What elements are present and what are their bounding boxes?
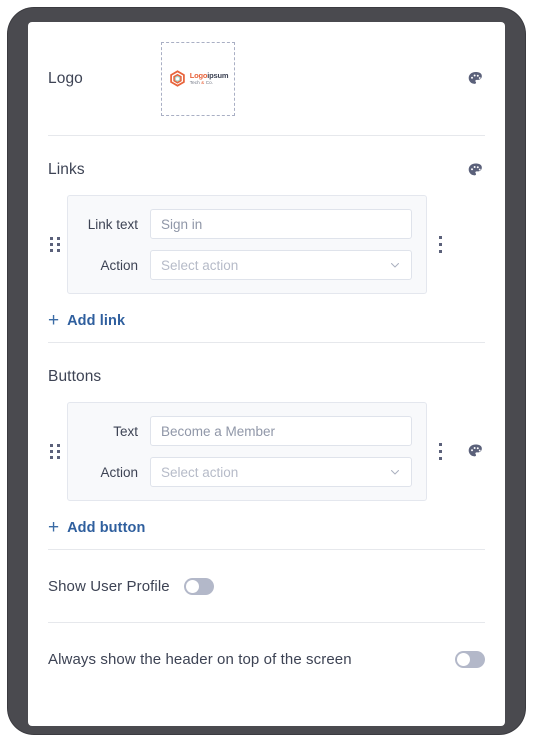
button-action-field-row: Action Select action [68,457,426,487]
logo-dropzone[interactable]: Logoipsum Tech & Co. [161,41,235,116]
show-user-profile-label: Show User Profile [48,577,170,595]
plus-icon: + [48,310,60,331]
palette-icon [468,444,482,457]
palette-icon [468,71,482,84]
logo-section-title: Logo [48,69,83,87]
links-section: Links Link text Sign in Action Select ac… [48,136,485,342]
settings-panel: Logo Logoipsum Tech & Co. Links Link tex… [28,22,505,726]
always-show-header-toggle[interactable] [455,650,485,668]
plus-icon: + [48,517,60,538]
buttons-palette-button[interactable] [466,442,485,461]
button-action-label: Action [100,464,138,480]
button-text-input[interactable]: Become a Member [150,416,412,446]
links-section-title: Links [48,161,85,178]
logo-tagline: Tech & Co. [189,79,229,86]
links-palette-button[interactable] [466,161,485,180]
show-user-profile-toggle[interactable] [183,577,214,595]
button-item-card: Text Become a Member Action Select actio… [67,402,427,501]
links-section-header: Links [48,158,485,182]
logo-word-secondary: ipsum [207,70,229,80]
buttons-section-header: Buttons [48,365,485,389]
button-text-label: Text [113,423,138,439]
button-item-menu-button[interactable] [431,437,449,467]
always-show-header-label: Always show the header on top of the scr… [48,650,352,668]
logo-palette-button[interactable] [466,69,485,88]
link-action-label: Action [100,257,138,273]
logo-tagline-pre: Tech [189,79,202,85]
add-button-button[interactable]: + Add button [48,518,145,537]
link-item-card: Link text Sign in Action Select action [67,195,427,294]
button-action-select-value: Select action [161,464,239,480]
link-action-field-row: Action Select action [68,250,426,280]
logo-section: Logo Logoipsum Tech & Co. [48,22,485,135]
logo-word-primary: Logo [189,70,208,80]
button-text-field-row: Text Become a Member [68,416,426,446]
buttons-section-title: Buttons [48,368,102,385]
add-button-label: Add button [67,519,146,536]
always-show-header-section: Always show the header on top of the scr… [48,623,485,695]
drag-handle-icon[interactable] [48,235,62,255]
link-text-label: Link text [87,216,138,232]
link-item-menu-button[interactable] [431,230,449,260]
buttons-section: Buttons Text Become a Member Action Sele… [48,343,485,549]
device-frame: Logo Logoipsum Tech & Co. Links Link tex… [8,8,525,734]
toggle-knob [457,652,470,666]
chevron-down-icon [391,263,399,268]
logo-wordmark-line1: Logoipsum [189,70,229,80]
palette-icon [468,163,482,175]
link-text-input[interactable]: Sign in [150,209,412,239]
link-text-field-row: Link text Sign in [68,209,426,239]
button-item-row: Text Become a Member Action Select actio… [48,402,485,501]
device-screen: Logo Logoipsum Tech & Co. Links Link tex… [28,22,505,726]
toggle-knob [185,579,199,593]
link-item-row: Link text Sign in Action Select action [48,195,485,294]
logo-preview: Logoipsum Tech & Co. [168,69,229,88]
link-action-select[interactable]: Select action [150,250,412,280]
add-link-label: Add link [67,312,126,329]
logo-tagline-post: Co. [204,79,214,85]
logo-hexagon-icon [169,70,185,87]
chevron-down-icon [391,470,399,475]
add-link-button[interactable]: + Add link [48,311,125,330]
button-action-select[interactable]: Select action [150,457,412,487]
show-user-profile-section: Show User Profile [48,550,485,622]
link-action-select-value: Select action [161,257,239,273]
logo-wordmark: Logoipsum Tech & Co. [189,70,229,86]
drag-handle-icon[interactable] [48,442,62,462]
